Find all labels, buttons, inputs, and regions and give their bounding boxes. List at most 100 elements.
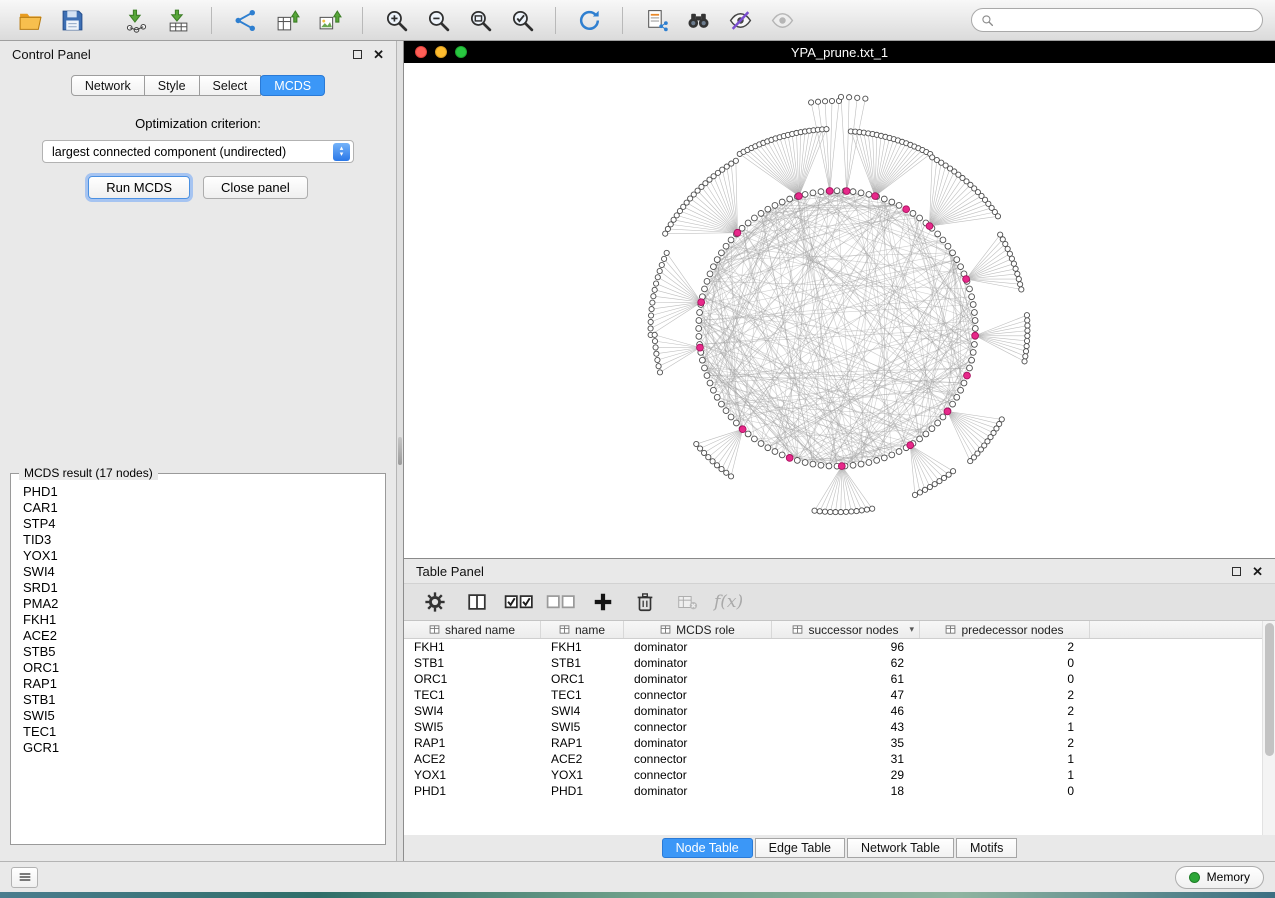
zoom-in-button[interactable] <box>378 4 414 36</box>
cell[interactable]: dominator <box>624 784 772 798</box>
show-all-button[interactable] <box>764 4 800 36</box>
mcds-result-item[interactable]: STP4 <box>23 516 385 532</box>
cell[interactable]: YOX1 <box>404 768 541 782</box>
cell[interactable]: 0 <box>920 672 1090 686</box>
mcds-result-item[interactable]: GCR1 <box>23 740 385 756</box>
tab-select[interactable]: Select <box>200 75 262 96</box>
export-table-button[interactable] <box>269 4 305 36</box>
cell[interactable]: dominator <box>624 640 772 654</box>
table-row-FKH1[interactable]: FKH1FKH1dominator962 <box>404 639 1262 655</box>
cell[interactable]: TEC1 <box>541 688 624 702</box>
cell[interactable]: 46 <box>772 704 920 718</box>
cell[interactable]: PHD1 <box>541 784 624 798</box>
memory-button[interactable]: Memory <box>1175 866 1264 889</box>
mcds-result-item[interactable]: PMA2 <box>23 596 385 612</box>
table-row-YOX1[interactable]: YOX1YOX1connector291 <box>404 767 1262 783</box>
cell[interactable]: dominator <box>624 672 772 686</box>
cell[interactable]: connector <box>624 688 772 702</box>
mcds-result-item[interactable]: SRD1 <box>23 580 385 596</box>
cell[interactable]: TEC1 <box>404 688 541 702</box>
tab-network[interactable]: Network <box>71 75 145 96</box>
scrollbar-thumb[interactable] <box>1265 623 1274 756</box>
mcds-result-item[interactable]: PHD1 <box>23 484 385 500</box>
table-row-PHD1[interactable]: PHD1PHD1dominator180 <box>404 783 1262 799</box>
table-row-SWI5[interactable]: SWI5SWI5connector431 <box>404 719 1262 735</box>
cell[interactable]: 0 <box>920 784 1090 798</box>
tab-mcds[interactable]: MCDS <box>260 75 325 96</box>
cell[interactable]: 43 <box>772 720 920 734</box>
open-session-button[interactable] <box>12 4 48 36</box>
cell[interactable]: RAP1 <box>541 736 624 750</box>
table-settings-button[interactable] <box>420 588 450 616</box>
find-button[interactable] <box>680 4 716 36</box>
cell[interactable]: PHD1 <box>404 784 541 798</box>
tab-edge-table[interactable]: Edge Table <box>755 838 845 858</box>
cell[interactable]: ACE2 <box>404 752 541 766</box>
zoom-out-button[interactable] <box>420 4 456 36</box>
table-row-SWI4[interactable]: SWI4SWI4dominator462 <box>404 703 1262 719</box>
cell[interactable]: STB1 <box>541 656 624 670</box>
export-image-button[interactable] <box>311 4 347 36</box>
cell[interactable]: SWI4 <box>404 704 541 718</box>
network-canvas[interactable] <box>404 63 1275 558</box>
table-row-RAP1[interactable]: RAP1RAP1dominator352 <box>404 735 1262 751</box>
close-table-panel-x-icon[interactable]: ✕ <box>1252 565 1263 578</box>
mcds-result-item[interactable]: SWI4 <box>23 564 385 580</box>
table-row-ORC1[interactable]: ORC1ORC1dominator610 <box>404 671 1262 687</box>
float-table-panel-icon[interactable] <box>1232 567 1241 576</box>
cell[interactable]: YOX1 <box>541 768 624 782</box>
cell[interactable]: dominator <box>624 704 772 718</box>
function-builder-label[interactable]: f(x) <box>714 592 743 612</box>
import-table-button[interactable] <box>160 4 196 36</box>
close-panel-x-icon[interactable]: ✕ <box>373 48 384 61</box>
cell[interactable]: 29 <box>772 768 920 782</box>
zoom-selected-button[interactable] <box>504 4 540 36</box>
cell[interactable]: ORC1 <box>404 672 541 686</box>
cell[interactable]: 62 <box>772 656 920 670</box>
mcds-result-item[interactable]: SWI5 <box>23 708 385 724</box>
tab-motifs[interactable]: Motifs <box>956 838 1017 858</box>
tab-node-table[interactable]: Node Table <box>662 838 753 858</box>
window-zoom-button[interactable] <box>455 46 467 58</box>
cell[interactable]: ORC1 <box>541 672 624 686</box>
mcds-result-item[interactable]: TEC1 <box>23 724 385 740</box>
column-header-successor-nodes[interactable]: successor nodes▾ <box>772 621 920 638</box>
column-header-shared-name[interactable]: shared name <box>404 621 541 638</box>
export-network-button[interactable] <box>227 4 263 36</box>
tab-network-table[interactable]: Network Table <box>847 838 954 858</box>
mcds-result-item[interactable]: ORC1 <box>23 660 385 676</box>
delete-table-button[interactable] <box>672 588 702 616</box>
cell[interactable]: SWI5 <box>404 720 541 734</box>
mcds-result-item[interactable]: ACE2 <box>23 628 385 644</box>
mcds-result-item[interactable]: STB5 <box>23 644 385 660</box>
close-panel-button[interactable]: Close panel <box>203 176 308 199</box>
float-panel-icon[interactable] <box>353 50 362 59</box>
cell[interactable]: 61 <box>772 672 920 686</box>
window-minimize-button[interactable] <box>435 46 447 58</box>
mcds-result-item[interactable]: YOX1 <box>23 548 385 564</box>
table-row-STB1[interactable]: STB1STB1dominator620 <box>404 655 1262 671</box>
cell[interactable]: 0 <box>920 656 1090 670</box>
cell[interactable]: connector <box>624 752 772 766</box>
deselect-all-rows-button[interactable] <box>546 588 576 616</box>
cell[interactable]: SWI5 <box>541 720 624 734</box>
cell[interactable]: 47 <box>772 688 920 702</box>
cell[interactable]: ACE2 <box>541 752 624 766</box>
cell[interactable]: RAP1 <box>404 736 541 750</box>
table-row-ACE2[interactable]: ACE2ACE2connector311 <box>404 751 1262 767</box>
cell[interactable]: FKH1 <box>541 640 624 654</box>
column-header-predecessor-nodes[interactable]: predecessor nodes <box>920 621 1090 638</box>
add-column-button[interactable] <box>588 588 618 616</box>
table-scrollbar[interactable] <box>1262 621 1275 835</box>
mcds-result-item[interactable]: CAR1 <box>23 500 385 516</box>
cell[interactable]: dominator <box>624 736 772 750</box>
delete-column-button[interactable] <box>630 588 660 616</box>
table-row-TEC1[interactable]: TEC1TEC1connector472 <box>404 687 1262 703</box>
show-columns-button[interactable] <box>462 588 492 616</box>
mcds-result-item[interactable]: STB1 <box>23 692 385 708</box>
cell[interactable]: 31 <box>772 752 920 766</box>
import-network-button[interactable] <box>118 4 154 36</box>
search-input[interactable] <box>999 13 1253 28</box>
criterion-dropdown[interactable]: largest connected component (undirected)… <box>42 140 354 163</box>
cell[interactable]: SWI4 <box>541 704 624 718</box>
